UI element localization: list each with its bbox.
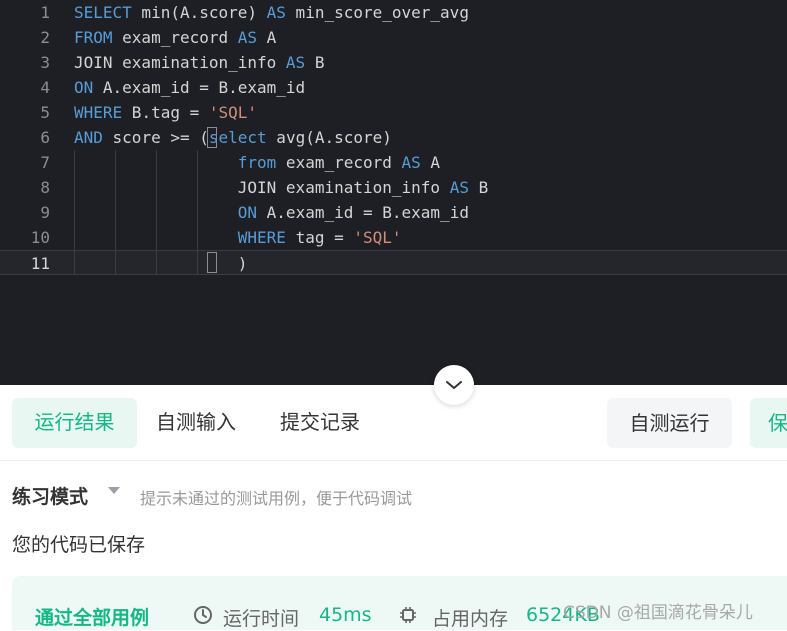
line-number: 4 bbox=[40, 78, 50, 97]
code-token: ) bbox=[74, 254, 248, 273]
tab-self-input[interactable]: 自测输入 bbox=[156, 398, 236, 448]
code-text[interactable]: WHERE tag = 'SQL' bbox=[74, 225, 402, 250]
code-line[interactable]: 6 AND score >= (select avg(A.score) bbox=[0, 125, 787, 150]
bracket-match-highlight bbox=[207, 252, 217, 273]
save-button[interactable]: 保 bbox=[750, 398, 787, 448]
tab-run-result[interactable]: 运行结果 bbox=[12, 398, 137, 448]
status-badge: 通过全部用例 bbox=[35, 607, 150, 629]
button-label: 保 bbox=[768, 411, 787, 435]
chip-icon bbox=[398, 605, 418, 629]
code-token: min(A.score) bbox=[131, 3, 267, 22]
keyword-token: WHERE bbox=[237, 228, 286, 247]
line-number: 5 bbox=[40, 103, 50, 122]
code-text[interactable]: ) bbox=[74, 251, 248, 276]
line-number: 9 bbox=[40, 203, 50, 222]
code-line[interactable]: 4 ON A.exam_id = B.exam_id bbox=[0, 75, 787, 100]
code-line[interactable]: 9 ON A.exam_id = B.exam_id bbox=[0, 200, 787, 225]
memory-label: 占用内存 bbox=[432, 608, 509, 630]
code-line[interactable]: 1 SELECT min(A.score) AS min_score_over_a… bbox=[0, 0, 787, 25]
string-token: 'SQL' bbox=[208, 103, 258, 122]
code-token: JOIN examination_info bbox=[74, 178, 450, 197]
caret-down-icon[interactable] bbox=[108, 487, 120, 494]
line-number: 1 bbox=[40, 3, 50, 22]
code-token: A.exam_id = B.exam_id bbox=[257, 203, 469, 222]
saved-message: 您的代码已保存 bbox=[12, 534, 146, 556]
code-token: exam_record bbox=[276, 153, 402, 172]
watermark: CSDN @祖国滴花骨朵儿 bbox=[563, 603, 753, 623]
code-token: B bbox=[468, 178, 489, 197]
code-token: JOIN examination_info bbox=[74, 53, 286, 72]
code-text[interactable]: AND score >= (select avg(A.score) bbox=[74, 125, 392, 150]
code-text[interactable]: JOIN examination_info AS B bbox=[74, 175, 488, 200]
code-token: A.exam_id = B.exam_id bbox=[93, 78, 306, 97]
line-number: 8 bbox=[40, 178, 50, 197]
code-editor[interactable]: 1 SELECT min(A.score) AS min_score_over_a… bbox=[0, 0, 787, 385]
code-line[interactable]: 3 JOIN examination_info AS B bbox=[0, 50, 787, 75]
code-text[interactable]: SELECT min(A.score) AS min_score_over_av… bbox=[74, 0, 469, 25]
self-run-button[interactable]: 自测运行 bbox=[607, 398, 732, 448]
code-token: min_score_over_avg bbox=[285, 3, 469, 22]
code-token: avg(A.score) bbox=[266, 128, 392, 147]
collapse-editor-button[interactable] bbox=[434, 365, 474, 405]
line-number: 10 bbox=[30, 228, 50, 247]
line-number: 11 bbox=[30, 254, 50, 273]
line-number: 3 bbox=[40, 53, 50, 72]
keyword-token: AS bbox=[237, 28, 258, 47]
code-text[interactable]: ON A.exam_id = B.exam_id bbox=[74, 75, 305, 100]
indent-guide bbox=[197, 150, 198, 275]
keyword-token: AS bbox=[266, 3, 286, 22]
string-token: 'SQL' bbox=[353, 228, 402, 247]
code-text[interactable]: JOIN examination_info AS B bbox=[74, 50, 324, 75]
chevron-down-icon bbox=[445, 376, 463, 395]
runtime-label: 运行时间 bbox=[223, 608, 300, 630]
code-token: B.tag = bbox=[122, 103, 209, 122]
code-text[interactable]: from exam_record AS A bbox=[74, 150, 440, 175]
keyword-token: ON bbox=[74, 78, 94, 97]
indent-guide bbox=[115, 150, 116, 275]
keyword-token: AND bbox=[74, 128, 103, 147]
code-line[interactable]: 2 FROM exam_record AS A bbox=[0, 25, 787, 50]
code-token: tag = bbox=[285, 228, 354, 247]
code-token: A bbox=[420, 153, 441, 172]
code-text[interactable]: FROM exam_record AS A bbox=[74, 25, 276, 50]
code-line[interactable]: 10 WHERE tag = 'SQL' bbox=[0, 225, 787, 250]
mode-hint: 提示未通过的测试用例，便于代码调试 bbox=[140, 489, 413, 508]
clock-icon bbox=[193, 605, 213, 629]
keyword-token: AS bbox=[449, 178, 469, 197]
practice-mode-dropdown[interactable]: 练习模式 bbox=[12, 482, 88, 509]
keyword-token: FROM bbox=[74, 28, 113, 47]
code-line[interactable]: 8 JOIN examination_info AS B bbox=[0, 175, 787, 200]
keyword-token: from bbox=[237, 153, 277, 172]
bracket-match-highlight bbox=[207, 127, 217, 148]
code-line[interactable]: 7 from exam_record AS A bbox=[0, 150, 787, 175]
keyword-token: AS bbox=[401, 153, 421, 172]
tab-label: 自测输入 bbox=[156, 412, 236, 434]
tab-label: 提交记录 bbox=[280, 412, 360, 434]
runtime-value: 45ms bbox=[319, 604, 372, 626]
keyword-token: ON bbox=[237, 203, 258, 222]
result-tabbar: 运行结果 自测输入 提交记录 自测运行 保 bbox=[0, 385, 787, 461]
tab-label: 运行结果 bbox=[34, 412, 115, 434]
line-number: 7 bbox=[40, 153, 50, 172]
code-token: A bbox=[257, 28, 277, 47]
line-number: 2 bbox=[40, 28, 50, 47]
code-line[interactable]: 5 WHERE B.tag = 'SQL' bbox=[0, 100, 787, 125]
code-token: exam_record bbox=[112, 28, 238, 47]
keyword-token: SELECT bbox=[74, 3, 132, 22]
code-text[interactable]: ON A.exam_id = B.exam_id bbox=[74, 200, 469, 225]
indent-guide bbox=[74, 150, 75, 275]
code-line[interactable]: 11 ) bbox=[0, 250, 787, 275]
code-text[interactable]: WHERE B.tag = 'SQL' bbox=[74, 100, 257, 125]
keyword-token: AS bbox=[285, 53, 306, 72]
tab-submit-records[interactable]: 提交记录 bbox=[280, 398, 360, 448]
mode-label: 练习模式 bbox=[12, 486, 89, 508]
code-token: B bbox=[305, 53, 325, 72]
keyword-token: WHERE bbox=[74, 103, 123, 122]
line-number: 6 bbox=[40, 128, 50, 147]
button-label: 自测运行 bbox=[629, 411, 710, 435]
keyword-token: select bbox=[208, 128, 267, 147]
indent-guide bbox=[156, 150, 157, 275]
code-token: score >= ( bbox=[102, 128, 209, 147]
